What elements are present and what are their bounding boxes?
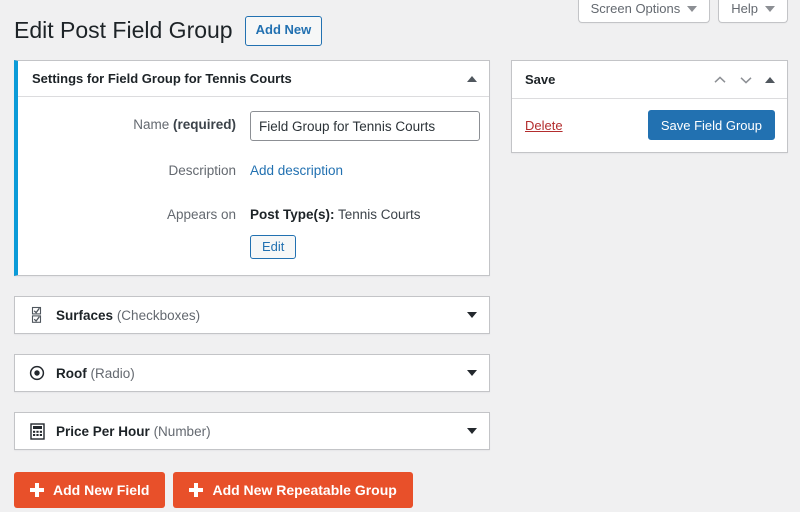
save-panel: Save Delete Save Field Group	[511, 60, 788, 153]
help-label: Help	[731, 2, 758, 15]
field-name-roof: Roof	[56, 366, 87, 381]
field-name-price-per-hour: Price Per Hour	[56, 424, 150, 439]
settings-panel-body: Name (required) Description Add descript…	[18, 97, 489, 275]
field-name-surfaces: Surfaces	[56, 308, 113, 323]
chevron-down-icon	[765, 6, 775, 12]
help-tab[interactable]: Help	[718, 0, 788, 23]
save-panel-header: Save	[512, 61, 787, 99]
appears-on-control: Post Type(s): Tennis Courts Edit	[250, 201, 477, 259]
description-row: Description Add description	[32, 157, 477, 185]
admin-screen: Screen Options Help Edit Post Field Grou…	[0, 0, 800, 512]
name-label-text: Name	[133, 117, 173, 132]
field-row-roof[interactable]: Roof (Radio)	[14, 354, 490, 392]
name-label: Name (required)	[32, 111, 250, 139]
page-title-row: Edit Post Field Group Add New	[14, 16, 322, 46]
add-new-field-label: Add New Field	[53, 482, 149, 498]
save-panel-title: Save	[525, 72, 555, 87]
add-new-button[interactable]: Add New	[245, 16, 323, 45]
screen-options-tab[interactable]: Screen Options	[578, 0, 711, 23]
checkbox-list-icon	[28, 306, 46, 324]
add-new-repeatable-group-button[interactable]: Add New Repeatable Group	[173, 472, 412, 508]
post-types-value: Tennis Courts	[335, 207, 421, 222]
add-new-field-button[interactable]: Add New Field	[14, 472, 165, 508]
appears-on-row: Appears on Post Type(s): Tennis Courts E…	[32, 201, 477, 259]
chevron-down-icon	[687, 6, 697, 12]
side-column: Save Delete Save Field Group	[511, 60, 788, 153]
main-column: Settings for Field Group for Tennis Cour…	[14, 60, 490, 508]
triangle-down-icon[interactable]	[467, 312, 477, 318]
appears-on-value: Post Type(s): Tennis Courts	[250, 201, 477, 229]
field-label-roof: Roof (Radio)	[56, 366, 135, 381]
name-input[interactable]	[250, 111, 480, 141]
save-panel-body: Delete Save Field Group	[512, 99, 787, 152]
add-new-repeatable-group-label: Add New Repeatable Group	[212, 482, 396, 498]
field-label-surfaces: Surfaces (Checkboxes)	[56, 308, 200, 323]
add-description-link[interactable]: Add description	[250, 163, 343, 178]
triangle-up-icon[interactable]	[765, 77, 775, 83]
edit-appears-on-button[interactable]: Edit	[250, 235, 296, 259]
delete-link[interactable]: Delete	[525, 118, 563, 133]
description-control: Add description	[250, 157, 477, 185]
appears-on-label: Appears on	[32, 201, 250, 229]
settings-panel-title: Settings for Field Group for Tennis Cour…	[32, 71, 292, 86]
screen-options-label: Screen Options	[591, 2, 681, 15]
name-required-text: (required)	[173, 117, 236, 132]
plus-icon	[30, 483, 44, 497]
field-type-surfaces: (Checkboxes)	[117, 308, 200, 323]
chevron-down-icon[interactable]	[739, 74, 753, 86]
chevron-up-icon[interactable]	[713, 74, 727, 86]
triangle-up-icon[interactable]	[467, 76, 477, 82]
field-row-surfaces[interactable]: Surfaces (Checkboxes)	[14, 296, 490, 334]
field-row-price-per-hour[interactable]: Price Per Hour (Number)	[14, 412, 490, 450]
add-buttons-row: Add New Field Add New Repeatable Group	[14, 472, 490, 508]
field-type-price-per-hour: (Number)	[154, 424, 211, 439]
save-panel-header-icons	[713, 74, 775, 86]
field-type-roof: (Radio)	[91, 366, 135, 381]
triangle-down-icon[interactable]	[467, 428, 477, 434]
settings-panel: Settings for Field Group for Tennis Cour…	[14, 60, 490, 276]
description-label: Description	[32, 157, 250, 185]
calculator-icon	[28, 422, 46, 440]
post-types-label: Post Type(s):	[250, 207, 335, 222]
name-control	[250, 111, 477, 141]
save-field-group-button[interactable]: Save Field Group	[648, 110, 775, 140]
page-title: Edit Post Field Group	[14, 16, 233, 46]
radio-button-icon	[28, 364, 46, 382]
screen-meta-tabs: Screen Options Help	[578, 0, 788, 23]
name-row: Name (required)	[32, 111, 477, 141]
field-label-price-per-hour: Price Per Hour (Number)	[56, 424, 211, 439]
triangle-down-icon[interactable]	[467, 370, 477, 376]
settings-panel-header[interactable]: Settings for Field Group for Tennis Cour…	[18, 61, 489, 97]
plus-icon	[189, 483, 203, 497]
